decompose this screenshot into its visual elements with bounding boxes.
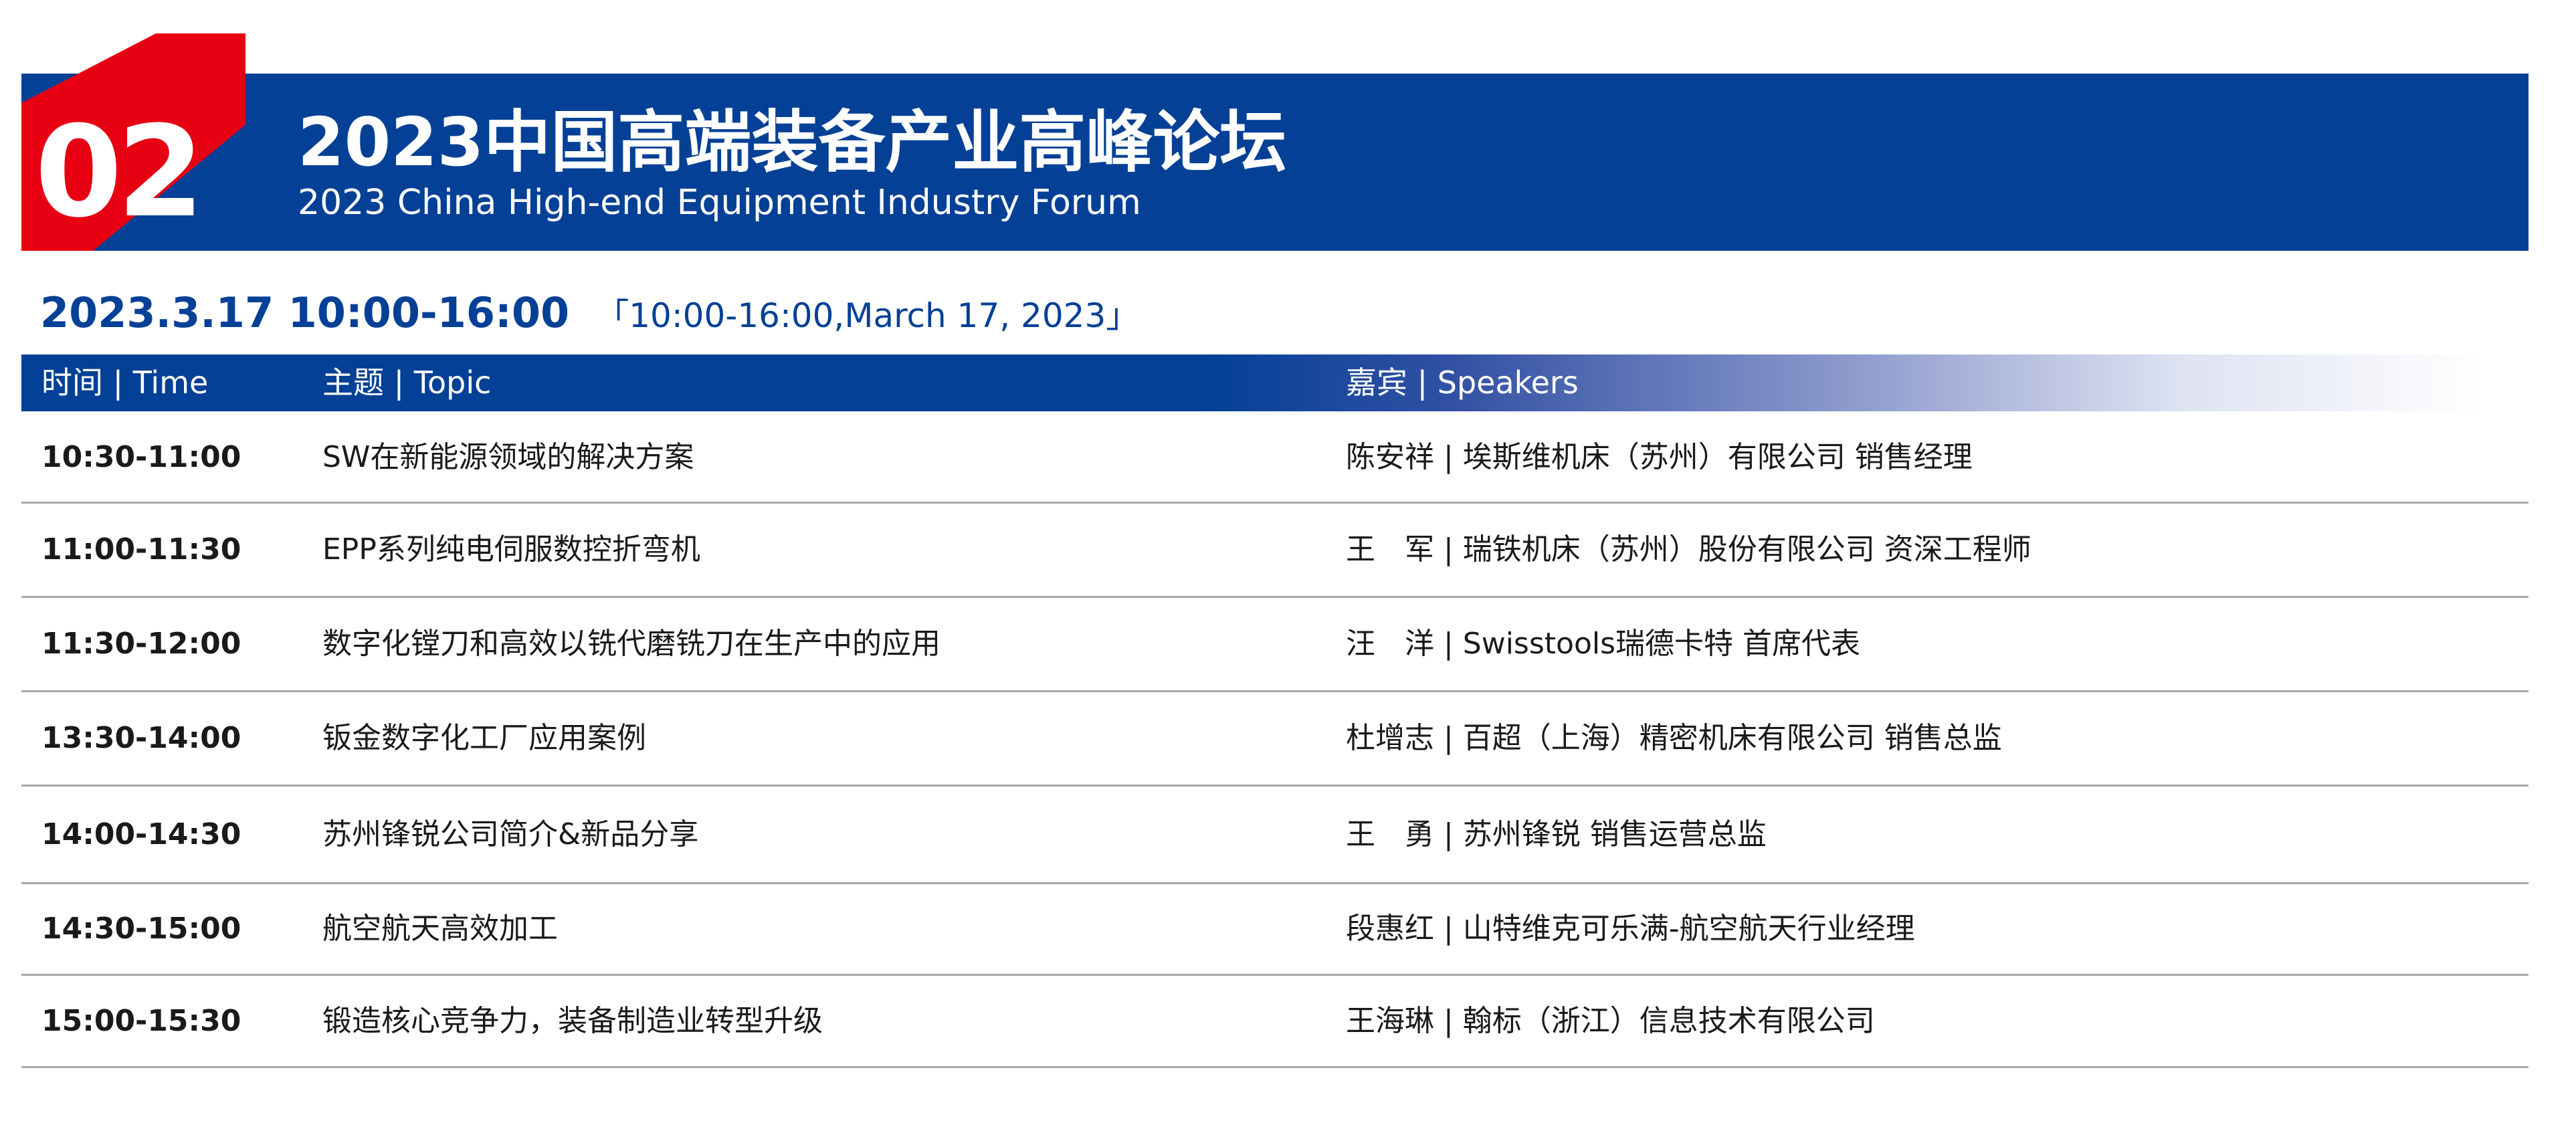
table-row: 13:30-14:00 钣金数字化工厂应用案例 杜增志 | 百超（上海）精密机床…	[21, 692, 2529, 787]
schedule-table-header: 时间 | Time 主题 | Topic 嘉宾 | Speakers	[21, 354, 2483, 411]
table-row: 11:00-11:30 EPP系列纯电伺服数控折弯机 王 军 | 瑞铁机床（苏州…	[21, 504, 2529, 598]
row-time: 15:00-15:30	[41, 1004, 241, 1038]
table-row: 14:00-14:30 苏州锋锐公司简介&新品分享 王 勇 | 苏州锋锐 销售运…	[21, 787, 2529, 884]
row-speaker: 王 军 | 瑞铁机床（苏州）股份有限公司 资深工程师	[1346, 532, 2032, 566]
forum-date: 2023.3.17 10:00-16:00	[40, 288, 570, 337]
row-topic: 钣金数字化工厂应用案例	[322, 721, 646, 755]
row-time: 14:30-15:00	[41, 912, 241, 946]
forum-title-cn: 2023中国高端装备产业高峰论坛	[298, 103, 1287, 181]
forum-date-en: 「10:00-16:00,March 17, 2023」	[595, 296, 1140, 335]
row-topic: 锻造核心竞争力，装备制造业转型升级	[322, 1004, 823, 1038]
table-row: 14:30-15:00 航空航天高效加工 段惠红 | 山特维克可乐满-航空航天行…	[21, 884, 2529, 976]
forum-title-en: 2023 China High-end Equipment Industry F…	[298, 183, 1141, 223]
header-topic: 主题 | Topic	[322, 365, 492, 401]
row-topic: SW在新能源领域的解决方案	[322, 440, 694, 474]
header-time: 时间 | Time	[41, 365, 209, 401]
row-speaker: 汪 洋 | Swisstools瑞德卡特 首席代表	[1346, 627, 1861, 661]
row-topic: 航空航天高效加工	[322, 912, 558, 946]
schedule-table: 10:30-11:00 SW在新能源领域的解决方案 陈安祥 | 埃斯维机床（苏州…	[21, 411, 2529, 1068]
row-topic: 数字化镗刀和高效以铣代磨铣刀在生产中的应用	[322, 627, 940, 661]
section-number: 02	[35, 99, 205, 245]
table-row: 15:00-15:30 锻造核心竞争力，装备制造业转型升级 王海琳 | 翰标（浙…	[21, 976, 2529, 1068]
row-topic: EPP系列纯电伺服数控折弯机	[322, 532, 700, 566]
row-topic: 苏州锋锐公司简介&新品分享	[322, 817, 699, 851]
row-time: 13:30-14:00	[41, 721, 241, 755]
row-speaker: 王 勇 | 苏州锋锐 销售运营总监	[1346, 817, 1767, 851]
row-time: 11:00-11:30	[41, 532, 241, 566]
row-time: 10:30-11:00	[41, 440, 241, 474]
row-speaker: 杜增志 | 百超（上海）精密机床有限公司 销售总监	[1346, 721, 2002, 755]
table-row: 10:30-11:00 SW在新能源领域的解决方案 陈安祥 | 埃斯维机床（苏州…	[21, 411, 2529, 504]
forum-date-line: 2023.3.17 10:00-16:00 「10:00-16:00,March…	[40, 286, 1177, 340]
row-speaker: 王海琳 | 翰标（浙江）信息技术有限公司	[1346, 1004, 1875, 1038]
header-speakers: 嘉宾 | Speakers	[1346, 365, 1579, 401]
row-time: 14:00-14:30	[41, 817, 241, 851]
table-row: 11:30-12:00 数字化镗刀和高效以铣代磨铣刀在生产中的应用 汪 洋 | …	[21, 598, 2529, 692]
row-time: 11:30-12:00	[41, 627, 241, 661]
row-speaker: 陈安祥 | 埃斯维机床（苏州）有限公司 销售经理	[1346, 440, 1973, 474]
row-speaker: 段惠红 | 山特维克可乐满-航空航天行业经理	[1346, 912, 1915, 946]
